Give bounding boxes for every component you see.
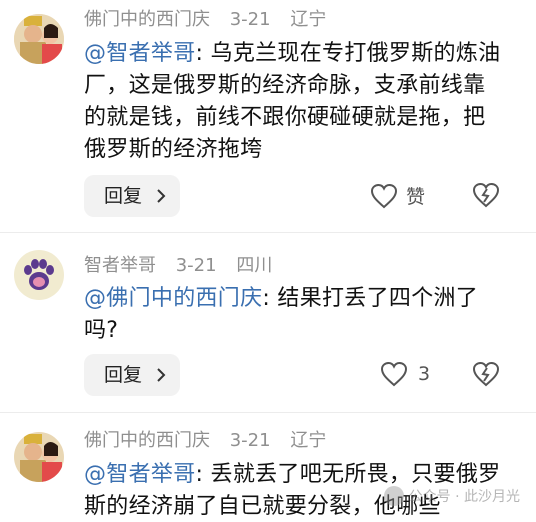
divider	[0, 412, 536, 413]
reply-label: 回复	[104, 364, 143, 386]
mention-link[interactable]: @智者举哥	[84, 462, 196, 487]
like-label: 赞	[406, 186, 426, 208]
comment-text: @佛门中的西门庆: 结果打丢了四个洲了吗?	[84, 283, 504, 347]
broken-heart-icon	[472, 182, 500, 208]
wechat-icon	[383, 486, 404, 506]
mention-link[interactable]: @智者举哥	[84, 41, 196, 66]
heart-icon	[380, 361, 408, 387]
comment-location: 四川	[236, 255, 273, 276]
broken-heart-icon	[472, 361, 500, 387]
chevron-right-icon	[156, 175, 166, 233]
author-name[interactable]: 佛门中的西门庆	[84, 430, 210, 451]
dislike-button[interactable]	[472, 182, 500, 208]
comment-date: 3-21	[229, 430, 271, 451]
watermark: 公众号 · 此沙月光	[383, 486, 520, 506]
avatar[interactable]	[14, 250, 64, 300]
comment-location: 辽宁	[290, 9, 327, 30]
reply-button[interactable]: 回复	[84, 354, 180, 396]
comment-meta: 佛门中的西门庆 3-21 辽宁	[84, 8, 340, 32]
man-with-crown-and-woman-avatar-icon	[14, 14, 64, 64]
author-name[interactable]: 智者举哥	[84, 255, 156, 276]
dislike-button[interactable]	[472, 361, 500, 387]
avatar[interactable]	[14, 14, 64, 64]
like-count: 3	[418, 363, 431, 385]
comment-date: 3-21	[175, 255, 217, 276]
like-button[interactable]: 3	[380, 361, 430, 387]
comment-location: 辽宁	[290, 430, 327, 451]
comment-text: @智者举哥: 乌克兰现在专打俄罗斯的炼油厂，这是俄罗斯的经济命脉，支承前线靠的就…	[84, 38, 504, 166]
paw-print-avatar-icon	[14, 250, 64, 300]
reply-label: 回复	[104, 185, 143, 207]
comment-meta: 佛门中的西门庆 3-21 辽宁	[84, 429, 340, 453]
watermark-text: 公众号 · 此沙月光	[408, 489, 520, 505]
comment-date: 3-21	[229, 9, 271, 30]
comment-thread: 佛门中的西门庆 3-21 辽宁 @智者举哥: 乌克兰现在专打俄罗斯的炼油厂，这是…	[0, 0, 536, 522]
mention-link[interactable]: @佛门中的西门庆	[84, 286, 262, 311]
chevron-right-icon	[156, 354, 166, 412]
author-name[interactable]: 佛门中的西门庆	[84, 9, 210, 30]
like-button[interactable]: 赞	[370, 182, 425, 209]
avatar[interactable]	[14, 432, 64, 482]
divider	[0, 232, 536, 233]
reply-button[interactable]: 回复	[84, 175, 180, 217]
heart-icon	[370, 183, 398, 208]
man-with-crown-and-woman-avatar-icon	[14, 432, 64, 482]
comment-meta: 智者举哥 3-21 四川	[84, 254, 286, 278]
